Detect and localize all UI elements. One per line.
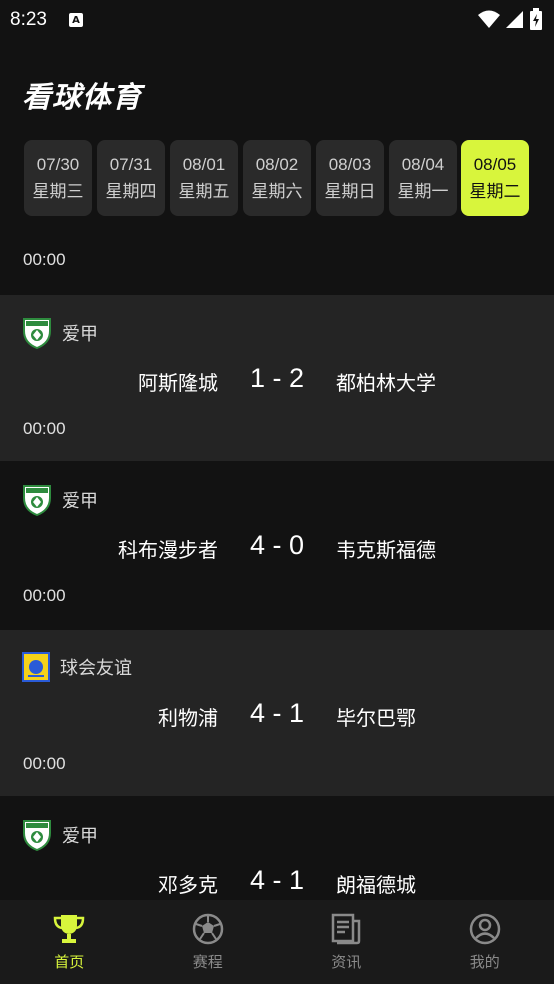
away-team: 毕尔巴鄂 [336,706,416,730]
date-label: 08/05 [473,154,517,174]
match-score: 1 - 2 [249,363,305,393]
status-icons [478,8,542,30]
club-friendly-icon [22,652,50,682]
weekday-label: 星期六 [251,181,303,201]
trophy-icon [53,914,85,943]
user-icon [469,913,500,944]
tab-label: 赛程 [192,952,223,971]
date-label: 07/31 [109,154,153,174]
league-name: 爱甲 [62,826,98,847]
league-row: 爱甲 [22,317,98,349]
news-icon [332,913,361,944]
date-label: 08/02 [255,154,299,174]
match-card[interactable]: 爱甲 科布漫步者 4 - 0 韦克斯福德 00:00 [0,462,554,628]
date-label: 08/01 [182,154,226,174]
date-chip[interactable]: 08/01 星期五 [170,140,238,216]
away-team: 韦克斯福德 [336,538,436,562]
date-chip[interactable]: 07/30 星期三 [24,140,92,216]
weekday-label: 星期一 [397,181,449,201]
date-chip[interactable]: 07/31 星期四 [97,140,165,216]
section-time: 00:00 [23,250,66,269]
accessibility-notification-icon: A [68,13,83,27]
app-title: 看球体育 [22,80,143,114]
league-name: 爱甲 [62,491,98,512]
tab-label: 我的 [469,952,500,971]
tab-schedule[interactable]: 赛程 [139,900,278,984]
bottom-tab-bar: 首页 赛程 资讯 我的 [0,900,554,984]
date-chip[interactable]: 08/03 星期日 [316,140,384,216]
away-team: 都柏林大学 [336,371,436,395]
weekday-label: 星期二 [469,181,521,201]
match-score: 4 - 0 [249,530,305,560]
tab-profile[interactable]: 我的 [416,900,554,984]
weekday-label: 星期四 [105,181,157,201]
date-label: 08/03 [328,154,372,174]
weekday-label: 星期三 [32,181,84,201]
football-icon [192,913,223,944]
league-row: 爱甲 [22,484,98,516]
match-score: 4 - 1 [249,698,305,728]
tab-news[interactable]: 资讯 [277,900,416,984]
status-time: 8:23 [10,9,47,30]
league-name: 球会友谊 [60,658,132,679]
date-selector: 07/30 星期三 07/31 星期四 08/01 星期五 08/02 星期六 … [24,140,532,218]
league-badge-icon [23,820,51,851]
tab-label: 资讯 [331,952,362,971]
weekday-label: 星期五 [178,181,230,201]
status-bar: 8:23 A [0,0,554,40]
league-name: 爱甲 [62,324,98,345]
league-badge-icon [23,485,51,516]
match-time: 00:00 [23,586,66,605]
away-team: 朗福德城 [336,873,416,897]
date-chip[interactable]: 08/04 星期一 [389,140,457,216]
date-label: 07/30 [36,154,80,174]
date-chip-selected[interactable]: 08/05 星期二 [461,140,529,216]
match-time: 00:00 [23,754,66,773]
match-card[interactable]: 球会友谊 利物浦 4 - 1 毕尔巴鄂 00:00 [0,630,554,796]
match-time: 00:00 [23,419,66,438]
weekday-label: 星期日 [324,181,376,201]
league-row: 爱甲 [22,819,98,851]
cellular-signal-icon [506,11,523,28]
league-badge-icon [23,318,51,349]
match-score: 4 - 1 [249,865,305,895]
match-card[interactable]: 爱甲 阿斯隆城 1 - 2 都柏林大学 00:00 [0,295,554,461]
battery-icon [530,8,542,30]
date-chip[interactable]: 08/02 星期六 [243,140,311,216]
date-label: 08/04 [401,154,445,174]
wifi-icon [478,10,500,28]
tab-home[interactable]: 首页 [0,900,139,984]
league-row: 球会友谊 [22,652,132,682]
tab-label: 首页 [54,952,85,971]
